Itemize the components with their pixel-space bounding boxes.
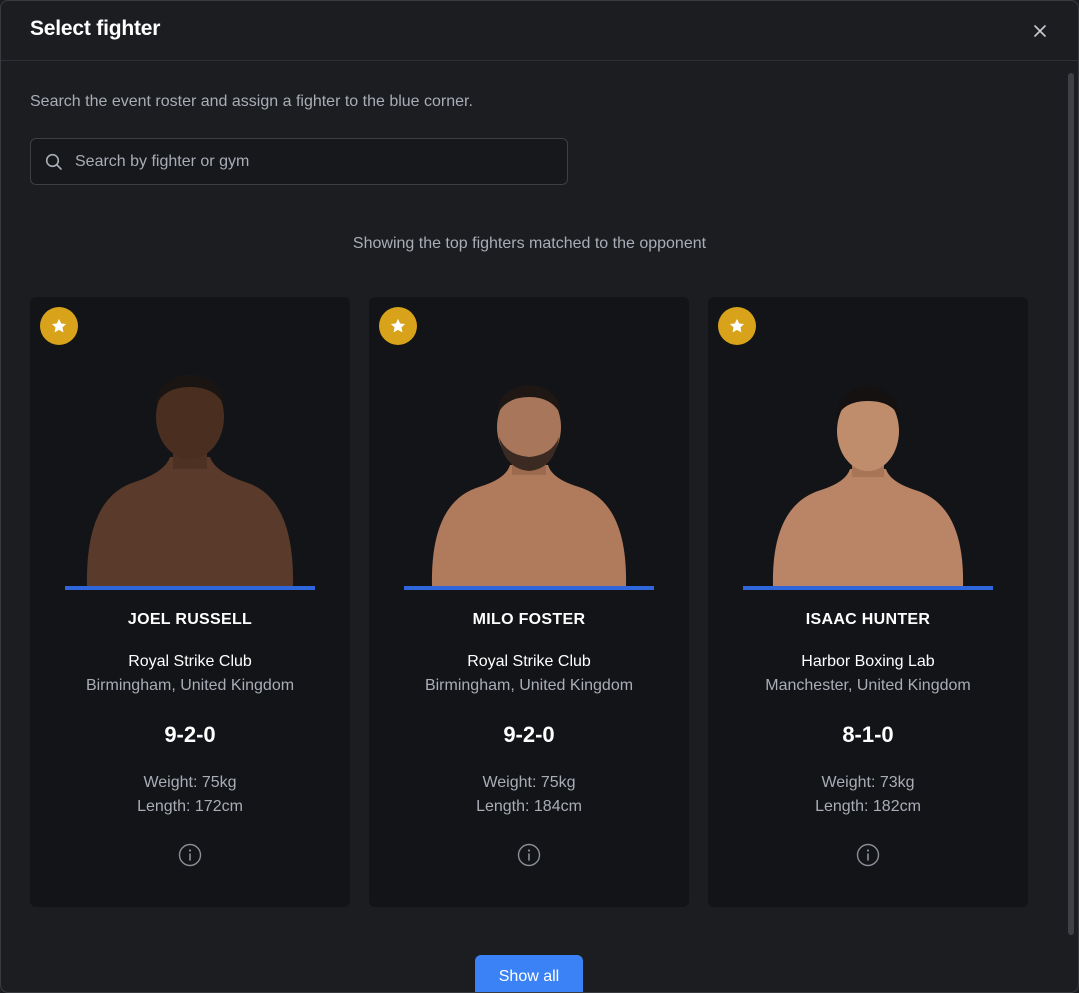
fighter-name: ISAAC HUNTER [805, 611, 931, 628]
star-icon [390, 318, 406, 333]
fighter-record: 9-2-0 [164, 722, 216, 747]
fighter-location: Birmingham, United Kingdom [85, 677, 295, 694]
star-icon [51, 318, 67, 333]
fighter-record: 9-2-0 [503, 722, 555, 747]
star-icon [729, 318, 745, 333]
fighter-card[interactable]: MILO FOSTER Royal Strike Club Birmingham… [369, 297, 689, 907]
info-icon[interactable] [517, 843, 541, 867]
fighter-portrait [86, 375, 294, 587]
fighter-location: Birmingham, United Kingdom [424, 677, 634, 694]
scrollbar[interactable] [1068, 73, 1074, 935]
close-icon [1034, 25, 1046, 37]
results-subtitle: Showing the top fighters matched to the … [352, 235, 707, 252]
fighter-portrait [772, 387, 964, 587]
search-input[interactable] [75, 139, 555, 184]
featured-badge [718, 307, 756, 345]
show-all-button[interactable]: Show all [475, 955, 583, 992]
fighter-weight: Weight: 75kg [482, 774, 576, 791]
modal-header: Select fighter [1, 1, 1078, 61]
fighter-weight: Weight: 75kg [143, 774, 237, 791]
close-button[interactable] [1028, 19, 1052, 43]
blue-corner-bar [404, 586, 654, 590]
search-field[interactable] [30, 138, 568, 185]
fighter-location: Manchester, United Kingdom [765, 677, 971, 694]
blue-corner-bar [65, 586, 315, 590]
fighter-name: MILO FOSTER [472, 611, 586, 628]
select-fighter-modal: Select fighter Search the event roster a… [0, 0, 1079, 993]
fighter-gym: Royal Strike Club [467, 653, 591, 670]
fighter-length: Length: 172cm [137, 798, 243, 815]
fighter-record: 8-1-0 [842, 722, 894, 747]
info-icon[interactable] [178, 843, 202, 867]
fighter-card[interactable]: JOEL RUSSELL Royal Strike Club Birmingha… [30, 297, 350, 907]
fighter-weight: Weight: 73kg [821, 774, 915, 791]
featured-badge [379, 307, 417, 345]
featured-badge [40, 307, 78, 345]
fighter-length: Length: 182cm [815, 798, 921, 815]
search-icon [45, 153, 62, 170]
fighter-name: JOEL RUSSELL [127, 611, 253, 628]
intro-text: Search the event roster and assign a fig… [30, 93, 473, 110]
fighter-length: Length: 184cm [476, 798, 582, 815]
blue-corner-bar [743, 586, 993, 590]
show-all-label: Show all [498, 968, 560, 985]
modal-title: Select fighter [30, 17, 161, 40]
fighter-portrait [431, 385, 627, 587]
info-icon[interactable] [856, 843, 880, 867]
fighter-card[interactable]: ISAAC HUNTER Harbor Boxing Lab Mancheste… [708, 297, 1028, 907]
fighter-gym: Royal Strike Club [128, 653, 252, 670]
fighter-gym: Harbor Boxing Lab [801, 653, 935, 670]
